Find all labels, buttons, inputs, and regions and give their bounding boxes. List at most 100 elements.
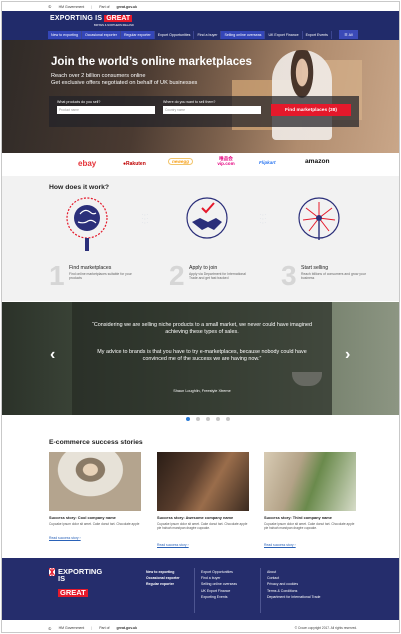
- carousel-dot[interactable]: [226, 417, 230, 421]
- network-burst-icon: [298, 197, 340, 240]
- crest-icon: ♔: [48, 625, 52, 631]
- nav-export-opportunities[interactable]: Export Opportunities: [155, 31, 195, 39]
- story-text: Cupcake ipsum dolor sit amet. Cake donut…: [264, 522, 355, 531]
- stories-title: E-commerce success stories: [49, 439, 143, 446]
- footer-logo[interactable]: EXPORTING IS GREAT: [49, 568, 102, 600]
- all-label: All: [348, 32, 353, 37]
- products-label: What products do you sell?: [57, 100, 101, 104]
- success-stories-section: E-commerce success stories Success story…: [2, 430, 399, 557]
- how-title: How does it work?: [49, 184, 110, 191]
- story-card[interactable]: Success story: Awesome company name Cupc…: [157, 452, 249, 552]
- hero-subtitle-1: Reach over 2 billion consumers online: [51, 73, 146, 79]
- nav-selling-online-overseas[interactable]: Selling online overseas: [221, 31, 266, 39]
- logo-word: EXPORTING IS: [50, 15, 103, 22]
- story-card[interactable]: Success story: Cool company name Cupcake…: [49, 452, 141, 552]
- read-story-link[interactable]: Read success story ›: [157, 543, 189, 547]
- footer-link[interactable]: Department for International Trade: [267, 594, 321, 600]
- union-flag-icon: [49, 568, 55, 576]
- marketplace-logos: [2, 153, 399, 175]
- hm-government-label: HM Government: [58, 626, 85, 630]
- step-title: Start selling: [301, 265, 329, 271]
- nav-uk-export-finance[interactable]: UK Export Finance: [265, 31, 303, 39]
- footer-col-1: New to exporting Occasional exporter Reg…: [146, 569, 180, 588]
- footer-link[interactable]: Selling online overseas: [201, 581, 237, 587]
- story-card[interactable]: Success story: Third company name Cupcak…: [264, 452, 356, 552]
- great-gov-link[interactable]: great.gov.uk: [117, 626, 138, 630]
- footer-col-2: Export Opportunities Find a buyer Sellin…: [201, 569, 237, 600]
- step-2: 2 Apply to join Apply via Department for…: [169, 196, 279, 296]
- great-gov-link[interactable]: great.gov.uk: [117, 5, 138, 9]
- step-number: 3: [281, 260, 297, 291]
- newegg-logo[interactable]: newegg: [168, 158, 194, 165]
- all-menu-button[interactable]: ☰ All: [339, 30, 358, 39]
- step-description: Find online marketplaces suitable for yo…: [69, 272, 132, 281]
- story-title: Success story: Third company name: [264, 515, 332, 520]
- story-text: Cupcake ipsum dolor sit amet. Cake donut…: [157, 522, 248, 531]
- divider: |: [91, 626, 93, 630]
- story-image: [157, 452, 249, 511]
- carousel-dots: [186, 417, 230, 421]
- gov-bar: ♔ HM Government | Part of great.gov.uk: [2, 2, 399, 11]
- step-3: 3 Start selling Reach billions of consum…: [281, 196, 391, 296]
- quote-text-2: My advice to brands is that you have to …: [97, 349, 307, 362]
- bottom-gov-bar: ♔ HM Government | Part of great.gov.uk ©…: [2, 622, 399, 632]
- step-title: Find marketplaces: [69, 265, 112, 271]
- product-name-input[interactable]: Product name: [57, 106, 155, 114]
- logo-subtitle: BRITAIN & NORTHERN IRELAND: [94, 24, 134, 27]
- testimonial-carousel: “Considering we are selling niche produc…: [2, 302, 399, 415]
- read-story-link[interactable]: Read success story ›: [49, 536, 81, 540]
- footer-logo-line2: IS: [58, 574, 66, 583]
- story-image: [49, 452, 141, 511]
- divider: |: [91, 4, 93, 9]
- hero-subtitle-2: Get exclusive offers negotiated on behal…: [51, 80, 198, 86]
- chevron-right-icon[interactable]: ›: [345, 346, 350, 364]
- story-title: Success story: Awesome company name: [157, 515, 234, 520]
- menu-icon: ☰: [344, 32, 348, 37]
- step-description: Apply via Department for International T…: [189, 272, 246, 281]
- footer-col-3: About Contact Privacy and cookies Terms …: [267, 569, 321, 600]
- quote-author: Shaun Loughlin, Freestyle Xtreme: [173, 389, 231, 393]
- footer-link[interactable]: Regular exporter: [146, 581, 180, 587]
- nav-regular-exporter[interactable]: Regular exporter: [120, 31, 155, 39]
- nav-new-to-exporting[interactable]: New to exporting: [48, 31, 82, 39]
- main-nav: New to exporting Occasional exporter Reg…: [48, 31, 332, 39]
- marketplace-search-panel: What products do you sell? Product name …: [49, 96, 359, 127]
- how-it-works-section: How does it work? 1 Find marketplaces Fi…: [2, 176, 399, 301]
- copyright-text: © Crown copyright 2017. All rights reser…: [294, 626, 357, 630]
- flipkart-logo[interactable]: Flipkart: [259, 160, 276, 165]
- story-image: [264, 452, 356, 511]
- logo-great: GREAT: [104, 15, 133, 22]
- footer-divider: [194, 568, 195, 613]
- quote-text-1: “Considering we are selling niche produc…: [92, 322, 312, 335]
- find-marketplaces-button[interactable]: Find marketplaces (38): [271, 104, 351, 116]
- exporting-is-great-logo[interactable]: EXPORTING IS GREAT BRITAIN & NORTHERN IR…: [50, 15, 134, 27]
- country-name-input[interactable]: Country name: [163, 106, 261, 114]
- step-number: 2: [169, 260, 185, 291]
- handshake-icon: [186, 197, 228, 239]
- story-title: Success story: Cool company name: [49, 515, 116, 520]
- carousel-dot[interactable]: [206, 417, 210, 421]
- part-of-label: Part of: [99, 626, 110, 630]
- step-1: 1 Find marketplaces Find online marketpl…: [49, 196, 159, 296]
- hm-government-label: HM Government: [58, 4, 85, 9]
- header: EXPORTING IS GREAT BRITAIN & NORTHERN IR…: [2, 11, 399, 40]
- read-story-link[interactable]: Read success story ›: [264, 543, 296, 547]
- ebay-logo[interactable]: ebay: [78, 159, 96, 168]
- footer-link[interactable]: Exporting Events: [201, 594, 237, 600]
- footer-logo-great: GREAT: [58, 588, 88, 597]
- vip-logo[interactable]: 唯品会 vip.com: [213, 156, 239, 166]
- carousel-dot[interactable]: [216, 417, 220, 421]
- step-description: Reach billions of consumers and grow you…: [301, 272, 366, 281]
- chevron-left-icon[interactable]: ‹: [50, 346, 55, 364]
- nav-find-a-buyer[interactable]: Find a buyer: [194, 31, 222, 39]
- nav-export-events[interactable]: Export Events: [303, 31, 332, 39]
- carousel-dot[interactable]: [196, 417, 200, 421]
- rakuten-text: Rakuten: [126, 161, 146, 167]
- carousel-dot[interactable]: [186, 417, 190, 421]
- story-text: Cupcake ipsum dolor sit amet. Cake donut…: [49, 522, 140, 526]
- nav-occasional-exporter[interactable]: Occasional exporter: [81, 31, 121, 39]
- footer: EXPORTING IS GREAT New to exporting Occa…: [2, 558, 399, 620]
- part-of-label: Part of: [99, 4, 110, 9]
- amazon-logo[interactable]: amazon: [305, 158, 330, 165]
- rakuten-logo[interactable]: ●Rakuten: [123, 161, 146, 167]
